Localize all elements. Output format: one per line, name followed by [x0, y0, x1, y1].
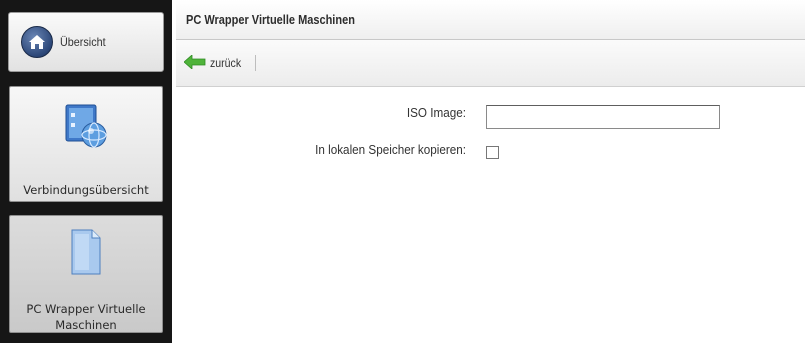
copy-local-checkbox[interactable] — [486, 146, 499, 159]
sidebar: Übersicht Verbindungsübersicht PC Wrappe… — [0, 0, 172, 343]
sidebar-item-connection-overview[interactable]: Verbindungsübersicht — [9, 86, 163, 202]
toolbar: zurück — [176, 40, 805, 87]
copy-local-row: In lokalen Speicher kopieren: — [176, 142, 466, 157]
document-icon — [66, 226, 106, 281]
title-bar: PC Wrapper Virtuelle Maschinen — [176, 0, 805, 40]
main-panel: PC Wrapper Virtuelle Maschinen zurück IS… — [176, 0, 805, 343]
iso-image-label: ISO Image: — [406, 105, 466, 120]
back-arrow-icon — [183, 53, 206, 72]
form-area: ISO Image: In lokalen Speicher kopieren: — [176, 87, 805, 343]
iso-image-input[interactable] — [486, 105, 720, 129]
copy-local-label: In lokalen Speicher kopieren: — [315, 142, 466, 157]
sidebar-item-pc-wrapper-vm[interactable]: PC Wrapper Virtuelle Maschinen — [9, 215, 163, 333]
home-label: Übersicht — [60, 35, 106, 49]
iso-image-row: ISO Image: — [176, 105, 466, 120]
toolbar-separator — [255, 55, 257, 71]
back-label: zurück — [210, 56, 242, 70]
home-icon — [21, 26, 53, 58]
page-title: PC Wrapper Virtuelle Maschinen — [186, 12, 355, 27]
home-button[interactable]: Übersicht — [8, 12, 164, 72]
network-monitor-icon — [62, 103, 110, 154]
sidebar-item-label: Verbindungsübersicht — [23, 183, 149, 197]
back-button[interactable]: zurück — [183, 53, 245, 72]
sidebar-item-label: PC Wrapper Virtuelle Maschinen — [26, 302, 146, 332]
